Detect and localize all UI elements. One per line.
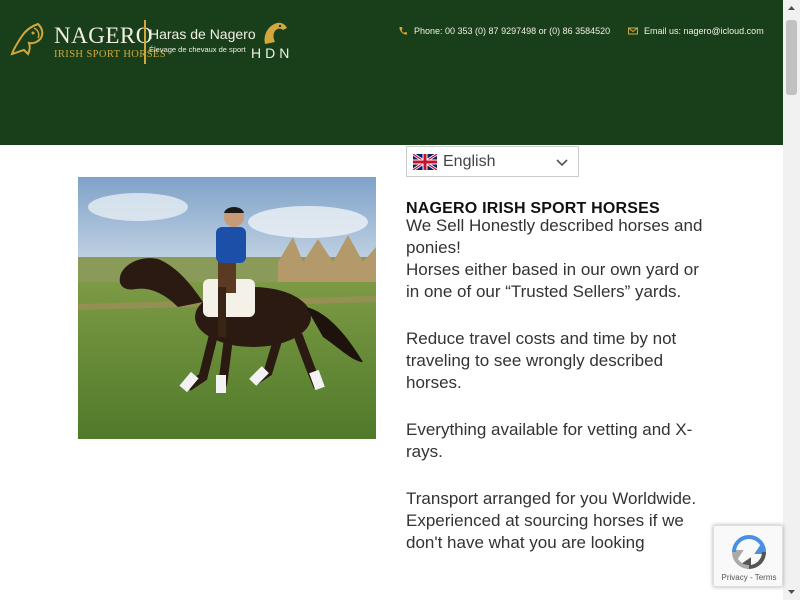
brand-haras[interactable]: Haras de Nagero Élevage de chevaux de sp…	[149, 26, 256, 54]
language-selector[interactable]: English	[406, 146, 579, 177]
hdn-horse-icon	[264, 22, 287, 44]
contact-phone[interactable]: Phone: 00 353 (0) 87 9297498 or (0) 86 3…	[398, 26, 610, 36]
horse-head-logo-icon[interactable]	[8, 20, 52, 64]
scroll-thumb[interactable]	[786, 20, 797, 95]
scroll-up-arrow-icon[interactable]	[783, 0, 800, 17]
brand-mark: HDN	[251, 45, 294, 61]
paragraph-sourcing: Experienced at sourcing horses if we don…	[406, 511, 684, 552]
phone-icon	[399, 27, 407, 35]
uk-flag-icon	[413, 153, 437, 170]
rider-on-horse-photo	[78, 177, 376, 439]
recaptcha-links[interactable]: Privacy - Terms	[714, 573, 784, 582]
paragraph-travel: Reduce travel costs and time by not trav…	[406, 329, 677, 392]
chevron-down-icon	[556, 159, 568, 167]
paragraph-honest: We Sell Honestly described horses and po…	[406, 216, 703, 257]
main-content: We Sell Honestly described horses and po…	[406, 215, 711, 554]
scroll-down-arrow-icon[interactable]	[783, 583, 800, 600]
language-label: English	[443, 152, 496, 170]
brand-divider	[144, 20, 146, 64]
recaptcha-badge[interactable]: Privacy - Terms	[713, 525, 783, 587]
email-text: Email us: nagero@icloud.com	[644, 26, 764, 36]
brand-secondary-name: Haras de Nagero	[149, 26, 256, 42]
page-scrollbar[interactable]	[783, 0, 800, 600]
brand-secondary-subtitle: Élevage de chevaux de sport	[149, 45, 246, 54]
phone-text: Phone: 00 353 (0) 87 9297498 or (0) 86 3…	[414, 26, 611, 36]
paragraph-yards: Horses either based in our own yard or i…	[406, 260, 699, 301]
envelope-icon	[628, 27, 638, 35]
contact-email[interactable]: Email us: nagero@icloud.com	[628, 26, 764, 36]
paragraph-vetting: Everything available for vetting and X-r…	[406, 420, 693, 461]
site-header: NAGERO IRISH SPORT HORSES Haras de Nager…	[0, 0, 783, 145]
recaptcha-icon	[731, 535, 767, 570]
paragraph-transport: Transport arranged for you Worldwide.	[406, 489, 697, 508]
